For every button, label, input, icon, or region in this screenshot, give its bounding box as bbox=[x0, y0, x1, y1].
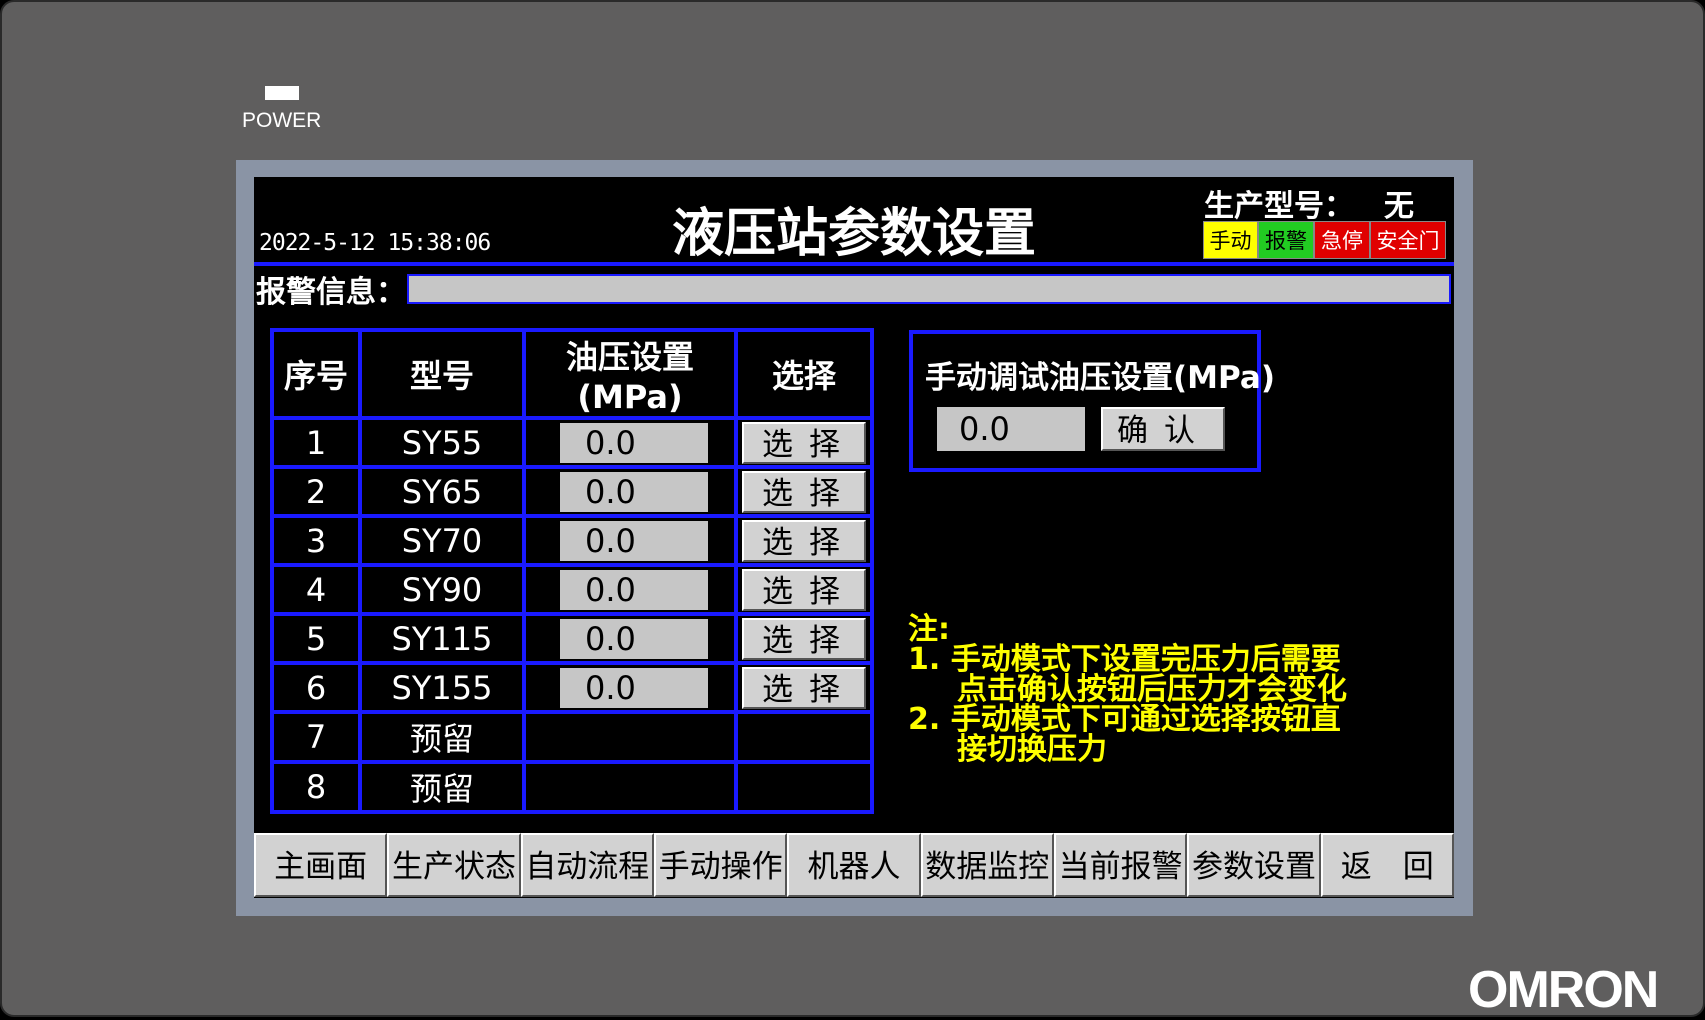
empty-cell bbox=[522, 710, 738, 764]
nav-back[interactable]: 返 回 bbox=[1320, 833, 1454, 897]
table-row: 1 SY55 0.0 选择 bbox=[270, 416, 874, 469]
header-no: 序号 bbox=[270, 328, 362, 420]
empty-cell bbox=[522, 760, 738, 814]
power-label: POWER bbox=[242, 109, 322, 132]
hmi-screen: 2022-5-12 15:38:06 液压站参数设置 生产型号： 无 手动 报警… bbox=[254, 177, 1454, 898]
pressure-cell: 0.0 bbox=[522, 563, 738, 616]
brand-logo: OMRON bbox=[1468, 961, 1659, 1019]
select-cell: 选择 bbox=[734, 514, 874, 567]
header-pressure: 油压设置(MPa) bbox=[522, 328, 738, 420]
select-button[interactable]: 选择 bbox=[742, 470, 866, 513]
empty-cell bbox=[734, 760, 874, 814]
table-row: 4 SY90 0.0 选择 bbox=[270, 563, 874, 616]
pressure-cell: 0.0 bbox=[522, 416, 738, 469]
alarm-message-bar bbox=[407, 274, 1451, 304]
note-2-cont: 接切换压力 bbox=[957, 732, 1107, 767]
note-1-cont: 点击确认按钮后压力才会变化 bbox=[957, 672, 1347, 707]
row-no: 4 bbox=[270, 563, 362, 616]
datetime: 2022-5-12 15:38:06 bbox=[259, 230, 491, 256]
header-model: 型号 bbox=[358, 328, 526, 420]
status-estop: 急停 bbox=[1314, 221, 1370, 259]
nav-production-status[interactable]: 生产状态 bbox=[387, 833, 521, 897]
nav-parameter-settings[interactable]: 参数设置 bbox=[1187, 833, 1321, 897]
row-model: SY65 bbox=[358, 465, 526, 518]
row-no: 3 bbox=[270, 514, 362, 567]
select-cell: 选择 bbox=[734, 465, 874, 518]
bottom-nav: 主画面 生产状态 自动流程 手动操作 机器人 数据监控 当前报警 参数设置 返 … bbox=[254, 833, 1454, 898]
note-2: 2. 手动模式下可通过选择按钮直 bbox=[908, 702, 1341, 737]
empty-cell bbox=[734, 710, 874, 764]
select-cell: 选择 bbox=[734, 563, 874, 616]
table-header-row: 序号 型号 油压设置(MPa) 选择 bbox=[270, 328, 874, 420]
pressure-input[interactable]: 0.0 bbox=[560, 520, 708, 561]
header-divider bbox=[254, 262, 1454, 266]
nav-manual-operation[interactable]: 手动操作 bbox=[653, 833, 788, 897]
row-model: 预留 bbox=[358, 710, 526, 764]
select-button[interactable]: 选择 bbox=[742, 666, 866, 709]
pressure-input[interactable]: 0.0 bbox=[560, 471, 708, 512]
table-row: 6 SY155 0.0 选择 bbox=[270, 661, 874, 714]
manual-panel-title: 手动调试油压设置(MPa) bbox=[925, 360, 1275, 396]
select-cell: 选择 bbox=[734, 612, 874, 665]
device-bezel: POWER OMRON 2022-5-12 15:38:06 液压站参数设置 生… bbox=[0, 0, 1705, 1019]
select-button[interactable]: 选择 bbox=[742, 519, 866, 562]
select-cell: 选择 bbox=[734, 416, 874, 469]
pressure-cell: 0.0 bbox=[522, 661, 738, 714]
manual-pressure-input[interactable]: 0.0 bbox=[937, 407, 1085, 451]
status-manual: 手动 bbox=[1203, 221, 1258, 259]
row-no: 8 bbox=[270, 760, 362, 814]
notes: 注: 1. 手动模式下设置完压力后需要 点击确认按钮后压力才会变化 2. 手动模… bbox=[908, 615, 1347, 765]
model-label: 生产型号： bbox=[1204, 189, 1354, 224]
status-safety-door: 安全门 bbox=[1370, 221, 1446, 259]
nav-data-monitor[interactable]: 数据监控 bbox=[920, 833, 1054, 897]
row-model: SY115 bbox=[358, 612, 526, 665]
table-row: 8 预留 bbox=[270, 760, 874, 814]
pressure-cell: 0.0 bbox=[522, 514, 738, 567]
status-alarm: 报警 bbox=[1258, 221, 1314, 259]
select-button[interactable]: 选择 bbox=[742, 568, 866, 611]
page-title: 液压站参数设置 bbox=[671, 204, 1036, 264]
notes-heading: 注: bbox=[908, 612, 950, 647]
row-model: 预留 bbox=[358, 760, 526, 814]
pressure-input[interactable]: 0.0 bbox=[560, 618, 708, 659]
note-1: 1. 手动模式下设置完压力后需要 bbox=[908, 642, 1341, 677]
row-model: SY55 bbox=[358, 416, 526, 469]
pressure-table: 序号 型号 油压设置(MPa) 选择 1 SY55 0.0 选择 2 SY65 … bbox=[270, 328, 874, 814]
pressure-input[interactable]: 0.0 bbox=[560, 667, 708, 708]
row-no: 5 bbox=[270, 612, 362, 665]
row-no: 1 bbox=[270, 416, 362, 469]
nav-main[interactable]: 主画面 bbox=[254, 833, 388, 897]
select-button[interactable]: 选择 bbox=[742, 617, 866, 660]
table-row: 3 SY70 0.0 选择 bbox=[270, 514, 874, 567]
row-no: 2 bbox=[270, 465, 362, 518]
confirm-button[interactable]: 确认 bbox=[1101, 407, 1225, 451]
pressure-cell: 0.0 bbox=[522, 465, 738, 518]
table-row: 7 预留 bbox=[270, 710, 874, 764]
select-button[interactable]: 选择 bbox=[742, 421, 866, 464]
row-no: 6 bbox=[270, 661, 362, 714]
select-cell: 选择 bbox=[734, 661, 874, 714]
pressure-input[interactable]: 0.0 bbox=[560, 422, 708, 463]
nav-current-alarm[interactable]: 当前报警 bbox=[1053, 833, 1188, 897]
table-row: 5 SY115 0.0 选择 bbox=[270, 612, 874, 665]
row-model: SY90 bbox=[358, 563, 526, 616]
nav-robot[interactable]: 机器人 bbox=[787, 833, 921, 897]
nav-auto-process[interactable]: 自动流程 bbox=[520, 833, 654, 897]
pressure-input[interactable]: 0.0 bbox=[560, 569, 708, 610]
header-select: 选择 bbox=[734, 328, 874, 420]
row-model: SY70 bbox=[358, 514, 526, 567]
pressure-cell: 0.0 bbox=[522, 612, 738, 665]
row-no: 7 bbox=[270, 710, 362, 764]
status-indicators: 手动 报警 急停 安全门 bbox=[1203, 221, 1446, 259]
power-led-icon bbox=[265, 86, 299, 100]
row-model: SY155 bbox=[358, 661, 526, 714]
table-row: 2 SY65 0.0 选择 bbox=[270, 465, 874, 518]
manual-pressure-panel: 手动调试油压设置(MPa) 0.0 确认 bbox=[909, 330, 1275, 472]
model-value: 无 bbox=[1384, 189, 1414, 224]
alarm-label: 报警信息： bbox=[256, 275, 406, 310]
